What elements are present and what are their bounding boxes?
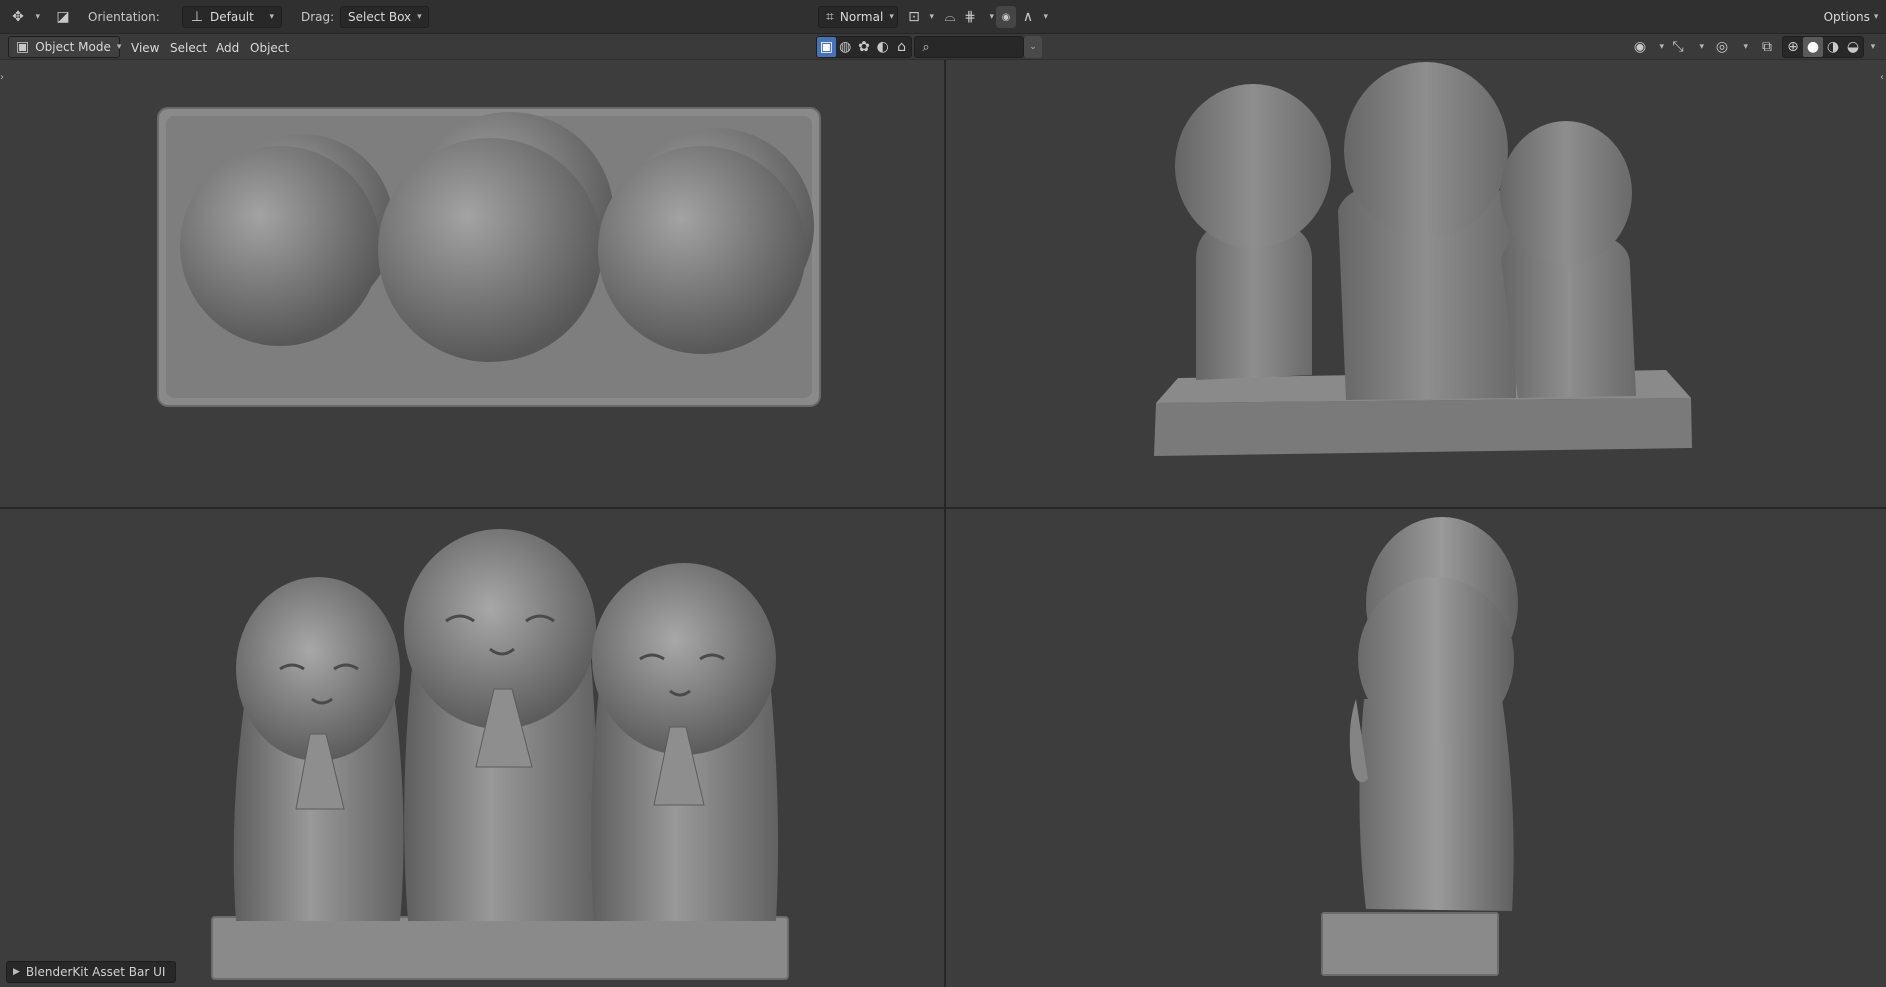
chevron-down-icon: ▾	[1870, 42, 1876, 52]
filter-toggles: ▣ ◍ ✿ ◐ ⌂	[816, 36, 912, 58]
eye-icon: ◉	[1633, 39, 1647, 55]
falloff-curve-icon: ∧	[1022, 9, 1034, 25]
drag-dropdown[interactable]: Select Box ▾	[340, 6, 429, 28]
chevron-down-icon: ▾	[1659, 42, 1664, 52]
triangle-right-icon: ▶	[13, 967, 20, 977]
particle-filter-icon[interactable]: ✿	[855, 37, 874, 57]
jizo-statue-side-view	[1321, 517, 1518, 976]
xray-toggle[interactable]: ⧉	[1756, 36, 1778, 58]
menu-object[interactable]: Object	[243, 38, 296, 58]
sidebar-expand-icon[interactable]: ‹	[1880, 72, 1884, 83]
viewport-top[interactable]: ›	[0, 60, 944, 507]
search-options-button[interactable]: ⌄	[1024, 36, 1042, 58]
chevron-down-icon: ▾	[989, 12, 994, 22]
editor-type-button[interactable]: ✥ ▾	[8, 6, 40, 28]
mesh-filter-icon[interactable]: ▣	[817, 37, 836, 57]
jizo-statue-back-view	[1154, 62, 1692, 456]
drag-value: Select Box	[348, 10, 412, 24]
viewport-side[interactable]	[946, 509, 1886, 987]
jizo-statue-front-view	[211, 529, 789, 980]
magnifier-icon: ⌕	[922, 39, 930, 55]
proportional-edit-icon: ◉	[1001, 11, 1011, 23]
pivot-icon: ⌗	[826, 9, 834, 25]
snap-magnet-icon: ⌓	[944, 9, 956, 25]
wireframe-icon[interactable]: ⊕	[1783, 37, 1803, 57]
search-input[interactable]: ⌕	[914, 36, 1024, 58]
falloff-button[interactable]: ∧ ▾	[1018, 6, 1048, 28]
tool-settings-header: ✥ ▾ ◪ Orientation: ⊥ Default ▾ Drag: Sele…	[0, 0, 1886, 34]
orientation-dropdown[interactable]: ⊥ Default ▾	[182, 6, 282, 28]
rendered-icon[interactable]: ◒	[1843, 37, 1863, 57]
menu-view[interactable]: View	[124, 38, 166, 58]
chevron-down-icon: ▾	[417, 12, 422, 22]
options-button[interactable]: Options ▾	[1820, 6, 1882, 28]
gizmo-icon: ⤡	[1672, 39, 1684, 55]
assetbar-label: BlenderKit Asset Bar UI	[25, 965, 166, 979]
transform-pivot-dropdown[interactable]: ⌗ Normal ▾	[818, 6, 898, 28]
snap-button[interactable]: ⌓ ⋕ ▾	[940, 6, 994, 28]
orientation-label: Orientation:	[88, 10, 160, 24]
scene-filter-icon[interactable]: ⌂	[892, 37, 911, 57]
pivot-point-button[interactable]: ⊡ ▾	[904, 6, 934, 28]
snap-increment-icon: ⋕	[964, 9, 976, 25]
menu-select[interactable]: Select	[163, 38, 214, 58]
shading-options-button[interactable]: ▾	[1864, 36, 1882, 58]
axes-icon: ⊥	[190, 9, 204, 25]
xray-icon: ⧉	[1762, 39, 1772, 55]
chevron-down-icon: ▾	[1043, 12, 1048, 22]
visibility-button[interactable]: ◉ ▾	[1630, 36, 1664, 58]
viewport-split-horizontal[interactable]	[0, 507, 1886, 509]
blenderkit-asset-bar-button[interactable]: ▶ BlenderKit Asset Bar UI	[6, 961, 177, 983]
mode-value: Object Mode	[35, 40, 111, 54]
chevron-down-icon: ▾	[1699, 42, 1704, 52]
viewport-back[interactable]: ‹	[946, 60, 1886, 507]
object-mode-icon: ▣	[16, 39, 30, 55]
overlays-icon: ◎	[1715, 39, 1729, 55]
transform-pivot-value: Normal	[839, 10, 884, 24]
toolbar-expand-icon[interactable]: ›	[0, 72, 4, 83]
world-filter-icon[interactable]: ◐	[873, 37, 892, 57]
chevron-down-icon: ▾	[1743, 42, 1748, 52]
pivot-point-icon: ⊡	[908, 9, 920, 25]
chevron-down-icon: ⌄	[1029, 42, 1037, 52]
solid-icon[interactable]: ●	[1803, 37, 1823, 57]
chevron-down-icon: ▾	[929, 12, 934, 22]
shading-modes: ⊕ ● ◑ ◒	[1782, 36, 1864, 58]
mode-dropdown[interactable]: ▣ Object Mode ▾	[8, 36, 122, 58]
drag-label: Drag:	[301, 10, 335, 24]
material-filter-icon[interactable]: ◍	[836, 37, 855, 57]
overlays-button[interactable]: ◎ ▾	[1712, 36, 1748, 58]
viewport-front[interactable]	[0, 509, 944, 987]
orientation-value: Default	[210, 10, 254, 24]
transform-gizmo-icon: ✥	[12, 9, 24, 25]
gizmo-button[interactable]: ⤡ ▾	[1668, 36, 1704, 58]
jizo-statue-top-view	[157, 107, 821, 407]
proportional-edit-toggle[interactable]: ◉	[996, 6, 1016, 28]
options-label: Options	[1823, 10, 1870, 24]
chevron-down-icon: ▾	[35, 12, 40, 22]
material-icon[interactable]: ◑	[1823, 37, 1843, 57]
transform-mode-button[interactable]: ◪	[52, 6, 74, 28]
chevron-down-icon: ▾	[116, 42, 122, 52]
viewport-header: ▣ Object Mode ▾ View Select Add Object ▣…	[0, 34, 1886, 60]
menu-add[interactable]: Add	[209, 38, 246, 58]
viewport-split-vertical[interactable]	[944, 60, 946, 987]
chevron-down-icon: ▾	[269, 12, 274, 22]
chevron-down-icon: ▾	[889, 12, 894, 22]
chevron-down-icon: ▾	[1873, 12, 1879, 22]
scale-box-icon: ◪	[56, 9, 70, 25]
